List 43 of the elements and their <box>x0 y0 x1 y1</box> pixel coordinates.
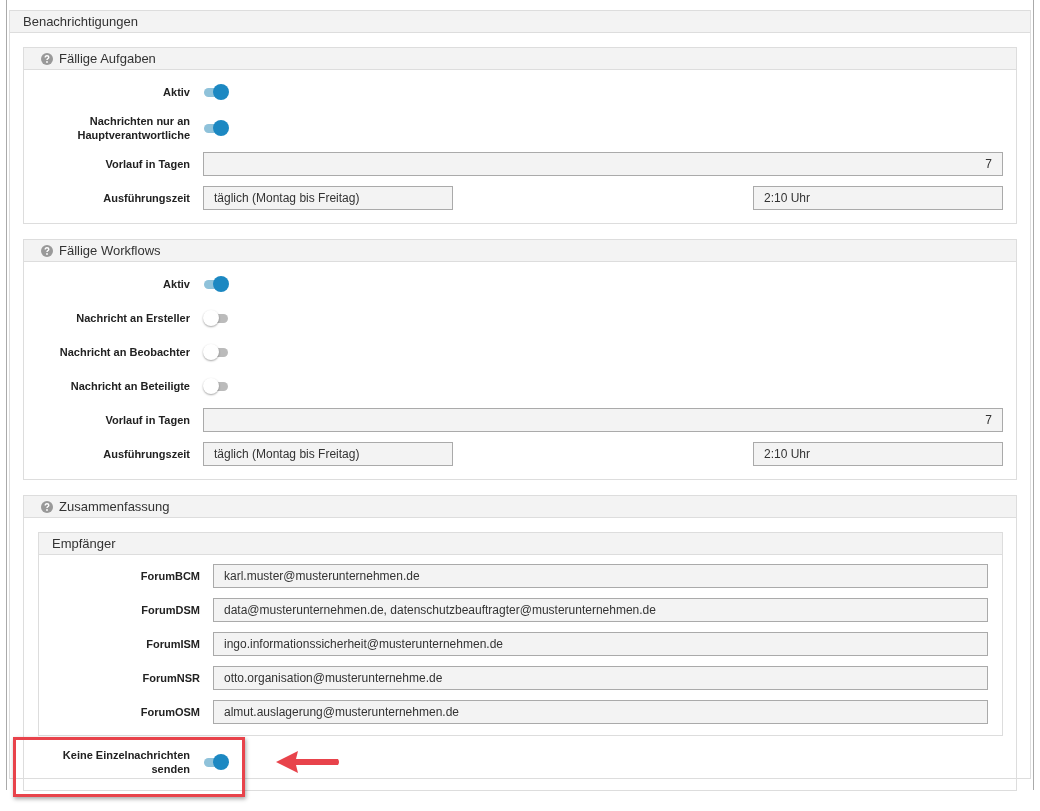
field-label: ForumISM <box>145 637 200 651</box>
arrow-icon <box>276 750 340 774</box>
field-label: Nachricht an Beobachter <box>58 345 190 359</box>
email-field[interactable]: data@musterunternehmen.de, datenschutzbeauftragter@musterunternehmen.de <box>213 598 988 622</box>
toggle-switch[interactable] <box>203 83 229 101</box>
field-label: Ausführungszeit <box>102 191 190 205</box>
help-icon[interactable] <box>41 52 53 65</box>
schedule-field[interactable]: täglich (Montag bis Freitag) <box>203 442 453 466</box>
toggle-switch[interactable] <box>203 119 229 137</box>
toggle-switch[interactable] <box>203 377 229 395</box>
time-field[interactable]: 2:10 Uhr <box>753 442 1003 466</box>
toggle-switch[interactable] <box>203 275 229 293</box>
number-field[interactable]: 7 <box>203 152 1003 176</box>
field-label: Vorlauf in Tagen <box>104 157 190 171</box>
field-label: Nachrichten nur an Hauptverantwortliche <box>76 114 190 142</box>
field-label: Nachricht an Beteiligte <box>69 379 190 393</box>
field-label: ForumBCM <box>139 569 200 583</box>
email-field[interactable]: almut.auslagerung@musterunternehmen.de <box>213 700 988 724</box>
panel-title: Benachrichtigungen <box>10 11 1030 33</box>
field-label: ForumDSM <box>140 603 200 617</box>
help-icon[interactable] <box>41 500 53 513</box>
field-label: ForumOSM <box>139 705 200 719</box>
toggle-switch[interactable] <box>203 753 229 771</box>
field-label: Nachricht an Ersteller <box>75 311 190 325</box>
email-field[interactable]: ingo.informationssicherheit@musterunternehmen.de <box>213 632 988 656</box>
subsection-title: Empfänger <box>39 533 1002 555</box>
section-title: Zusammenfassung <box>59 499 170 514</box>
field-label: Vorlauf in Tagen <box>104 413 190 427</box>
schedule-field[interactable]: täglich (Montag bis Freitag) <box>203 186 453 210</box>
field-label: Aktiv <box>162 277 190 291</box>
field-label: ForumNSR <box>141 671 200 685</box>
toggle-switch[interactable] <box>203 343 229 361</box>
email-field[interactable]: karl.muster@musterunternehmen.de <box>213 564 988 588</box>
section-title: Fällige Aufgaben <box>59 51 156 66</box>
field-label: Keine Einzelnachrichten senden <box>61 748 190 776</box>
number-field[interactable]: 7 <box>203 408 1003 432</box>
field-label: Aktiv <box>162 85 190 99</box>
toggle-switch[interactable] <box>203 309 229 327</box>
section-title: Fällige Workflows <box>59 243 161 258</box>
time-field[interactable]: 2:10 Uhr <box>753 186 1003 210</box>
field-label: Ausführungszeit <box>102 447 190 461</box>
email-field[interactable]: otto.organisation@musterunternehme.de <box>213 666 988 690</box>
help-icon[interactable] <box>41 244 53 257</box>
